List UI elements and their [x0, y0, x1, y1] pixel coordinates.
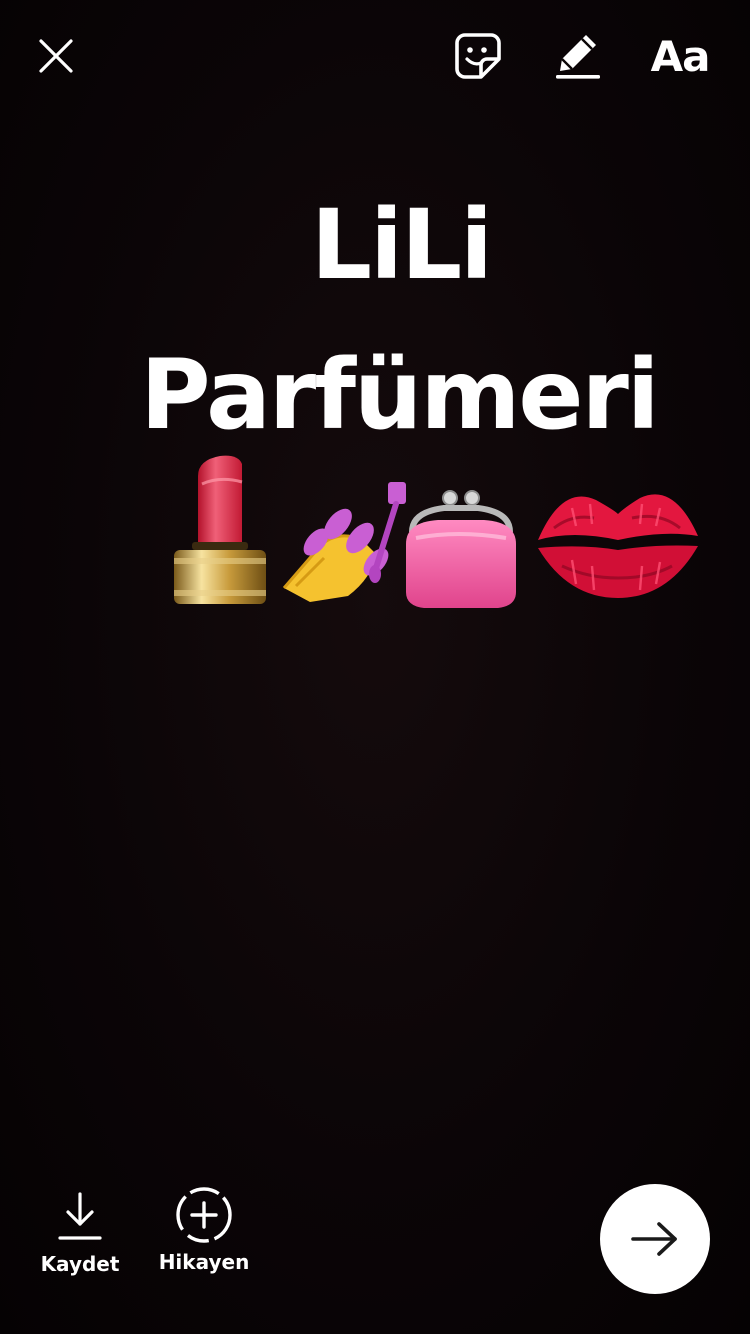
marker-icon: [556, 35, 600, 79]
purse-icon: [406, 490, 516, 608]
story-editor-screen: Aa LiLi Parfümeri Kaydet Hikayen: [0, 0, 750, 1334]
sticker-icon: [455, 33, 501, 79]
save-button[interactable]: Kaydet: [36, 1190, 124, 1276]
your-story-label: Hikayen: [158, 1250, 250, 1274]
send-button[interactable]: [600, 1184, 710, 1294]
save-label: Kaydet: [40, 1252, 120, 1276]
story-text-line-1[interactable]: LiLi: [26, 190, 750, 300]
nail-polish-icon: [282, 482, 406, 602]
story-text-line-2[interactable]: Parfümeri: [24, 340, 750, 450]
close-button[interactable]: [24, 24, 88, 88]
story-emoji-row[interactable]: [160, 448, 720, 618]
add-story-icon: [176, 1187, 232, 1243]
draw-button[interactable]: [546, 24, 610, 88]
sticker-button[interactable]: [446, 24, 510, 88]
text-tool-button[interactable]: Aa: [640, 24, 720, 88]
close-icon: [39, 39, 73, 73]
kiss-mark-icon: [538, 494, 698, 598]
arrow-right-icon: [631, 1222, 677, 1256]
your-story-button[interactable]: Hikayen: [150, 1187, 258, 1274]
lipstick-icon: [174, 455, 266, 604]
download-icon: [58, 1192, 102, 1240]
